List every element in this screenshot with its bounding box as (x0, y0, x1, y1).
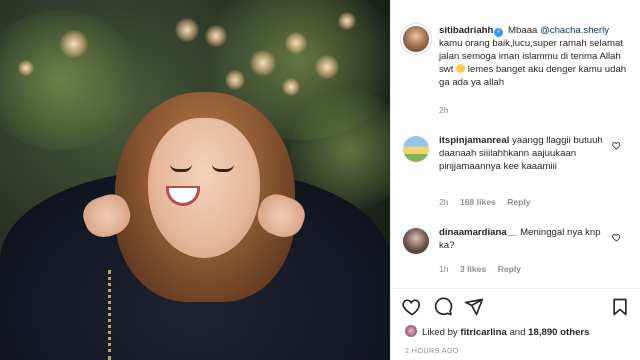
like-comment-heart-icon[interactable] (612, 233, 621, 242)
caption-meta: 2h (439, 105, 458, 115)
bokeh-light (285, 32, 307, 54)
post-timestamp[interactable]: 2 HOURS AGO (405, 346, 459, 355)
caption-time[interactable]: 2h (439, 105, 449, 115)
commenter-avatar[interactable] (403, 136, 429, 162)
liker-avatar[interactable] (405, 325, 417, 337)
reply-button[interactable]: Reply (507, 197, 530, 207)
reply-button[interactable]: Reply (498, 264, 521, 274)
like-comment-heart-icon[interactable] (612, 141, 621, 150)
grinning-emoji-icon (456, 64, 466, 73)
heart-icon[interactable] (402, 297, 422, 317)
comment-username[interactable]: itspinjamanreal (439, 135, 509, 146)
comment-text: dinaamardiana__ Meninggal nya knp ka? (439, 226, 613, 252)
caption-end: lemes banget aku denger kamu udah ga ada… (439, 64, 627, 88)
comment-text: itspinjamanreal yaangg llaggii butuuh da… (439, 134, 613, 173)
bokeh-light (18, 60, 34, 76)
comment-username[interactable]: dinaamardiana__ (439, 227, 517, 238)
caption-text: sitibadriahh ✓ Mbaaa @chacha.sherly kamu … (439, 24, 627, 89)
author-username[interactable]: sitibadriahh (439, 25, 493, 36)
comments-panel: sitibadriahh ✓ Mbaaa @chacha.sherly kamu … (390, 0, 640, 360)
liked-user[interactable]: fitricarlina (460, 327, 506, 338)
bokeh-light (175, 18, 199, 42)
bokeh-light (225, 70, 245, 90)
comment-time[interactable]: 2h (439, 197, 449, 207)
comment-meta: 2h 168 likes Reply (439, 197, 540, 207)
share-icon[interactable] (464, 297, 484, 317)
bag-strap (108, 270, 116, 360)
comment-meta: 1h 3 likes Reply (439, 264, 530, 274)
liked-by: Liked by fitricarlina and 18,890 others (405, 325, 590, 338)
liked-count[interactable]: 18,890 others (528, 327, 589, 338)
bokeh-light (315, 55, 339, 79)
bokeh-light (205, 25, 227, 47)
comments-scroll[interactable]: sitibadriahh ✓ Mbaaa @chacha.sherly kamu … (391, 0, 640, 288)
post-photo[interactable] (0, 0, 390, 360)
caption-start: Mbaaa (508, 25, 538, 36)
verified-badge-icon: ✓ (494, 28, 504, 37)
bokeh-light (250, 50, 276, 76)
bokeh-light (60, 30, 88, 58)
liked-and: and (509, 327, 526, 338)
author-avatar[interactable] (403, 26, 429, 52)
comment-likes[interactable]: 3 likes (460, 264, 486, 274)
face (148, 118, 260, 258)
caption-mention[interactable]: @chacha.sherly (540, 25, 609, 36)
bokeh-light (338, 12, 356, 30)
bookmark-icon[interactable] (610, 297, 630, 317)
liked-prefix: Liked by (422, 327, 458, 338)
comment-likes[interactable]: 168 likes (460, 197, 496, 207)
comment-time[interactable]: 1h (439, 264, 449, 274)
comment-icon[interactable] (433, 297, 453, 317)
commenter-avatar[interactable] (403, 228, 429, 254)
bokeh-light (282, 78, 300, 96)
